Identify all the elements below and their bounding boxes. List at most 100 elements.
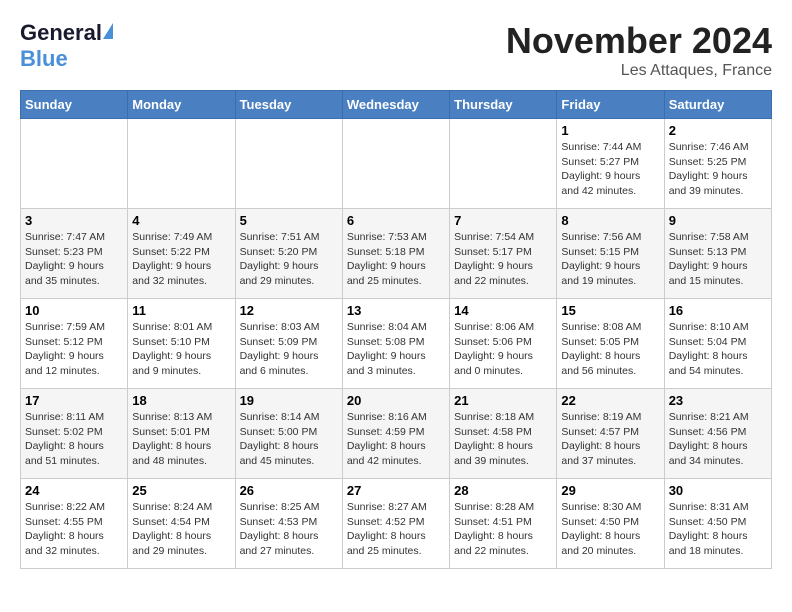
day-info: Sunrise: 8:31 AM Sunset: 4:50 PM Dayligh… [669,500,767,559]
col-tuesday: Tuesday [235,91,342,119]
title-block: November 2024 Les Attaques, France [506,20,772,80]
table-row: 7 Sunrise: 7:54 AM Sunset: 5:17 PM Daylig… [450,209,557,299]
day-number: 26 [240,483,338,498]
table-row: 15Sunrise: 8:08 AM Sunset: 5:05 PM Dayli… [557,299,664,389]
logo-blue-text: Blue [20,46,68,71]
day-number: 11 [132,303,230,318]
day-number: 12 [240,303,338,318]
table-row: 11 Sunrise: 8:01 AM Sunset: 5:10 PM Dayli… [128,299,235,389]
col-sunday: Sunday [21,91,128,119]
table-row: 14 Sunrise: 8:06 AM Sunset: 5:06 PM Dayli… [450,299,557,389]
day-info: Sunrise: 8:06 AM Sunset: 5:06 PM Dayligh… [454,320,552,379]
table-row [342,119,449,209]
day-info: Sunrise: 8:30 AM Sunset: 4:50 PM Dayligh… [561,500,659,559]
day-number: 17 [25,393,123,408]
day-number: 22 [561,393,659,408]
day-info: Sunrise: 8:03 AM Sunset: 5:09 PM Dayligh… [240,320,338,379]
day-info: Sunrise: 8:08 AM Sunset: 5:05 PM Dayligh… [561,320,659,379]
table-row: 30 Sunrise: 8:31 AM Sunset: 4:50 PM Dayli… [664,479,771,569]
table-row: 8 Sunrise: 7:56 AM Sunset: 5:15 PM Daylig… [557,209,664,299]
table-row: 22 Sunrise: 8:19 AM Sunset: 4:57 PM Dayli… [557,389,664,479]
table-row: 9Sunrise: 7:58 AM Sunset: 5:13 PM Daylig… [664,209,771,299]
day-number: 27 [347,483,445,498]
table-row [450,119,557,209]
day-number: 6 [347,213,445,228]
day-info: Sunrise: 7:58 AM Sunset: 5:13 PM Dayligh… [669,230,767,289]
day-info: Sunrise: 7:56 AM Sunset: 5:15 PM Dayligh… [561,230,659,289]
day-info: Sunrise: 8:04 AM Sunset: 5:08 PM Dayligh… [347,320,445,379]
day-number: 8 [561,213,659,228]
day-number: 10 [25,303,123,318]
logo-general: General [20,20,102,45]
calendar-week-row: 17 Sunrise: 8:11 AM Sunset: 5:02 PM Dayli… [21,389,772,479]
day-info: Sunrise: 8:27 AM Sunset: 4:52 PM Dayligh… [347,500,445,559]
table-row: 28Sunrise: 8:28 AM Sunset: 4:51 PM Dayli… [450,479,557,569]
table-row: 21 Sunrise: 8:18 AM Sunset: 4:58 PM Dayli… [450,389,557,479]
day-number: 13 [347,303,445,318]
day-info: Sunrise: 7:47 AM Sunset: 5:23 PM Dayligh… [25,230,123,289]
day-info: Sunrise: 8:14 AM Sunset: 5:00 PM Dayligh… [240,410,338,469]
month-title: November 2024 [506,20,772,62]
day-info: Sunrise: 7:49 AM Sunset: 5:22 PM Dayligh… [132,230,230,289]
location: Les Attaques, France [506,62,772,80]
day-number: 14 [454,303,552,318]
day-info: Sunrise: 7:44 AM Sunset: 5:27 PM Dayligh… [561,140,659,199]
table-row [21,119,128,209]
day-info: Sunrise: 8:25 AM Sunset: 4:53 PM Dayligh… [240,500,338,559]
day-number: 16 [669,303,767,318]
table-row: 10 Sunrise: 7:59 AM Sunset: 5:12 PM Dayli… [21,299,128,389]
table-row: 26 Sunrise: 8:25 AM Sunset: 4:53 PM Dayli… [235,479,342,569]
col-saturday: Saturday [664,91,771,119]
day-number: 21 [454,393,552,408]
table-row: 16 Sunrise: 8:10 AM Sunset: 5:04 PM Dayli… [664,299,771,389]
day-number: 24 [25,483,123,498]
table-row: 2Sunrise: 7:46 AM Sunset: 5:25 PM Daylig… [664,119,771,209]
day-number: 7 [454,213,552,228]
calendar-week-row: 24Sunrise: 8:22 AM Sunset: 4:55 PM Dayli… [21,479,772,569]
col-wednesday: Wednesday [342,91,449,119]
day-number: 20 [347,393,445,408]
day-info: Sunrise: 7:51 AM Sunset: 5:20 PM Dayligh… [240,230,338,289]
day-info: Sunrise: 8:21 AM Sunset: 4:56 PM Dayligh… [669,410,767,469]
calendar-header-row: Sunday Monday Tuesday Wednesday Thursday… [21,91,772,119]
day-number: 28 [454,483,552,498]
day-info: Sunrise: 8:18 AM Sunset: 4:58 PM Dayligh… [454,410,552,469]
day-number: 4 [132,213,230,228]
table-row: 13 Sunrise: 8:04 AM Sunset: 5:08 PM Dayli… [342,299,449,389]
table-row: 18 Sunrise: 8:13 AM Sunset: 5:01 PM Dayli… [128,389,235,479]
day-info: Sunrise: 8:01 AM Sunset: 5:10 PM Dayligh… [132,320,230,379]
col-thursday: Thursday [450,91,557,119]
table-row [128,119,235,209]
table-row: 24Sunrise: 8:22 AM Sunset: 4:55 PM Dayli… [21,479,128,569]
day-info: Sunrise: 8:11 AM Sunset: 5:02 PM Dayligh… [25,410,123,469]
day-info: Sunrise: 8:16 AM Sunset: 4:59 PM Dayligh… [347,410,445,469]
day-info: Sunrise: 7:54 AM Sunset: 5:17 PM Dayligh… [454,230,552,289]
page-header: General Blue November 2024 Les Attaques,… [20,20,772,80]
table-row: 29Sunrise: 8:30 AM Sunset: 4:50 PM Dayli… [557,479,664,569]
table-row: 4 Sunrise: 7:49 AM Sunset: 5:22 PM Daylig… [128,209,235,299]
table-row: 23 Sunrise: 8:21 AM Sunset: 4:56 PM Dayli… [664,389,771,479]
table-row: 12 Sunrise: 8:03 AM Sunset: 5:09 PM Dayli… [235,299,342,389]
table-row: 25Sunrise: 8:24 AM Sunset: 4:54 PM Dayli… [128,479,235,569]
calendar-table: Sunday Monday Tuesday Wednesday Thursday… [20,90,772,569]
logo-triangle-icon [103,23,113,39]
day-number: 3 [25,213,123,228]
day-info: Sunrise: 8:10 AM Sunset: 5:04 PM Dayligh… [669,320,767,379]
day-number: 30 [669,483,767,498]
day-info: Sunrise: 8:13 AM Sunset: 5:01 PM Dayligh… [132,410,230,469]
calendar-week-row: 3 Sunrise: 7:47 AM Sunset: 5:23 PM Daylig… [21,209,772,299]
table-row: 6Sunrise: 7:53 AM Sunset: 5:18 PM Daylig… [342,209,449,299]
day-info: Sunrise: 8:19 AM Sunset: 4:57 PM Dayligh… [561,410,659,469]
day-number: 18 [132,393,230,408]
logo: General Blue [20,20,113,72]
day-number: 5 [240,213,338,228]
day-number: 25 [132,483,230,498]
day-info: Sunrise: 7:59 AM Sunset: 5:12 PM Dayligh… [25,320,123,379]
day-number: 19 [240,393,338,408]
day-number: 23 [669,393,767,408]
col-friday: Friday [557,91,664,119]
table-row: 3 Sunrise: 7:47 AM Sunset: 5:23 PM Daylig… [21,209,128,299]
table-row [235,119,342,209]
table-row: 5 Sunrise: 7:51 AM Sunset: 5:20 PM Daylig… [235,209,342,299]
table-row: 1Sunrise: 7:44 AM Sunset: 5:27 PM Daylig… [557,119,664,209]
